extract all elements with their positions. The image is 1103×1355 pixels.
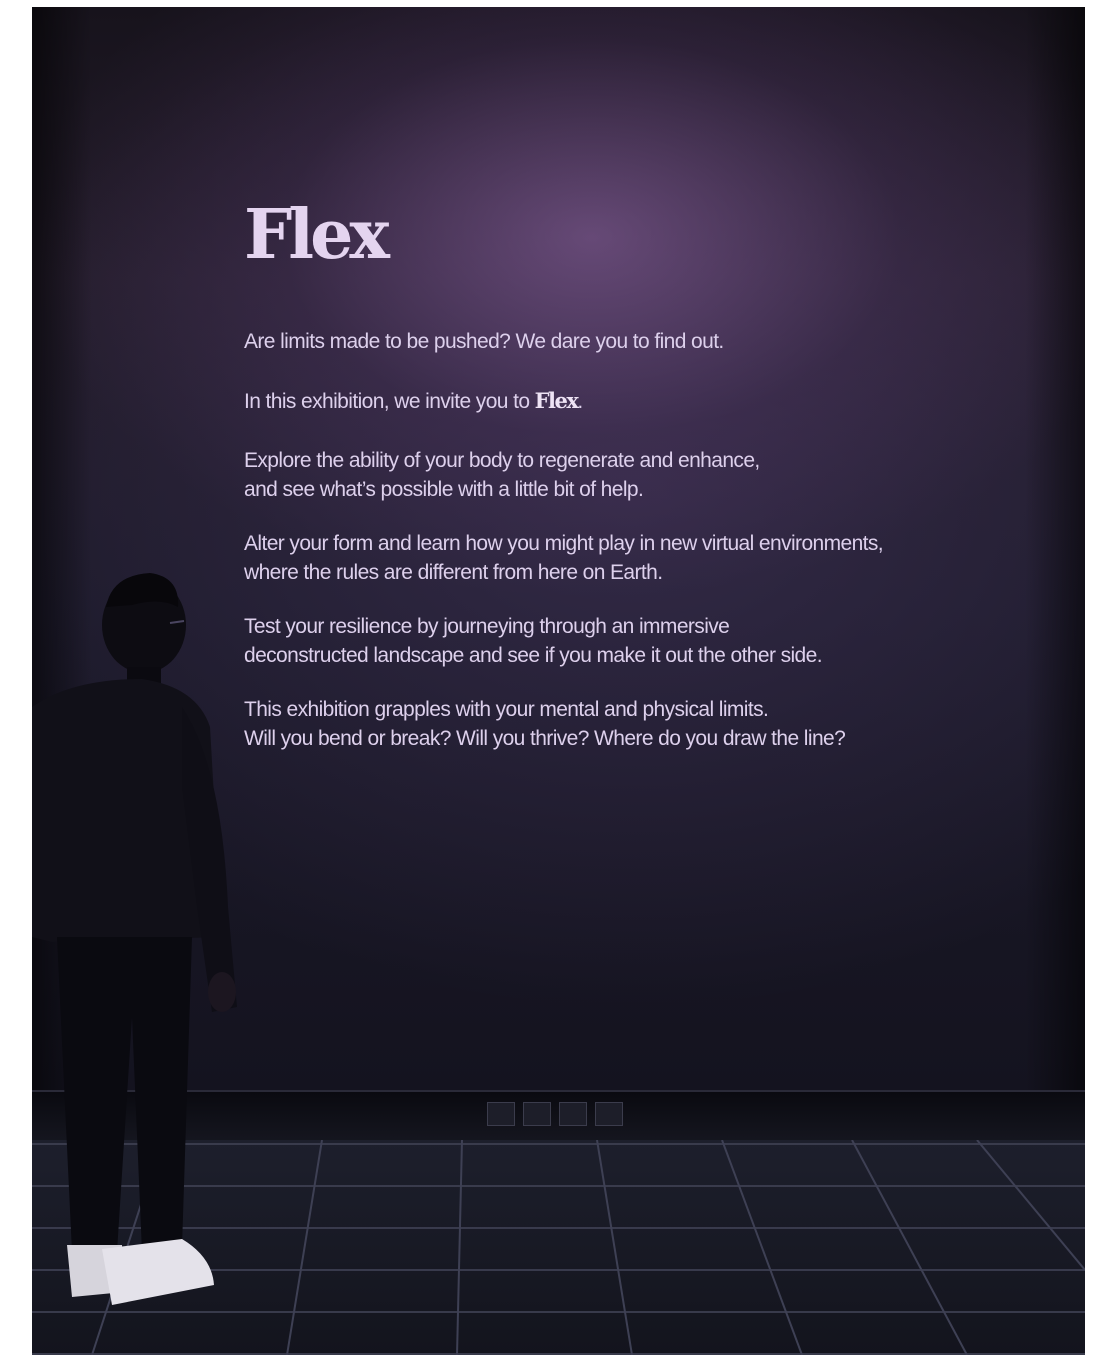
paragraph-3-line-2: and see what’s possible with a little bi… <box>244 478 644 501</box>
paragraph-1: Are limits made to be pushed? We dare yo… <box>244 327 1044 356</box>
paragraph-5: Test your resilience by journeying throu… <box>244 612 1044 670</box>
visitor-silhouette <box>32 573 237 1305</box>
outlet-icon <box>523 1102 551 1126</box>
paragraph-6-line-1: This exhibition grapples with your menta… <box>244 698 769 721</box>
paragraph-6: This exhibition grapples with your menta… <box>244 695 1044 753</box>
paragraph-6-line-2: Will you bend or break? Will you thrive?… <box>244 727 846 750</box>
outlet-icon <box>595 1102 623 1126</box>
paragraph-5-line-1: Test your resilience by journeying throu… <box>244 615 730 638</box>
outlet-icon <box>487 1102 515 1126</box>
paragraph-4-line-1: Alter your form and learn how you might … <box>244 532 884 555</box>
paragraph-2-suffix: . <box>577 390 583 413</box>
inline-flex-word: Flex <box>534 388 579 413</box>
paragraph-5-line-2: deconstructed landscape and see if you m… <box>244 644 823 667</box>
paragraph-3-line-1: Explore the ability of your body to rege… <box>244 449 760 472</box>
paragraph-4: Alter your form and learn how you might … <box>244 529 1044 587</box>
wall-text-panel: Flex Are limits made to be pushed? We da… <box>244 195 1044 778</box>
power-outlets <box>487 1102 623 1126</box>
exhibition-photo: Flex Are limits made to be pushed? We da… <box>32 7 1085 1355</box>
paragraph-3: Explore the ability of your body to rege… <box>244 446 1044 504</box>
exhibition-title: Flex <box>244 195 390 275</box>
outlet-icon <box>559 1102 587 1126</box>
paragraph-4-line-2: where the rules are different from here … <box>244 561 663 584</box>
paragraph-2-line-1: In this exhibition, we invite you to Fle… <box>244 386 1044 416</box>
paragraph-1-line-1: Are limits made to be pushed? We dare yo… <box>244 330 724 353</box>
paragraph-2: In this exhibition, we invite you to Fle… <box>244 386 1044 416</box>
